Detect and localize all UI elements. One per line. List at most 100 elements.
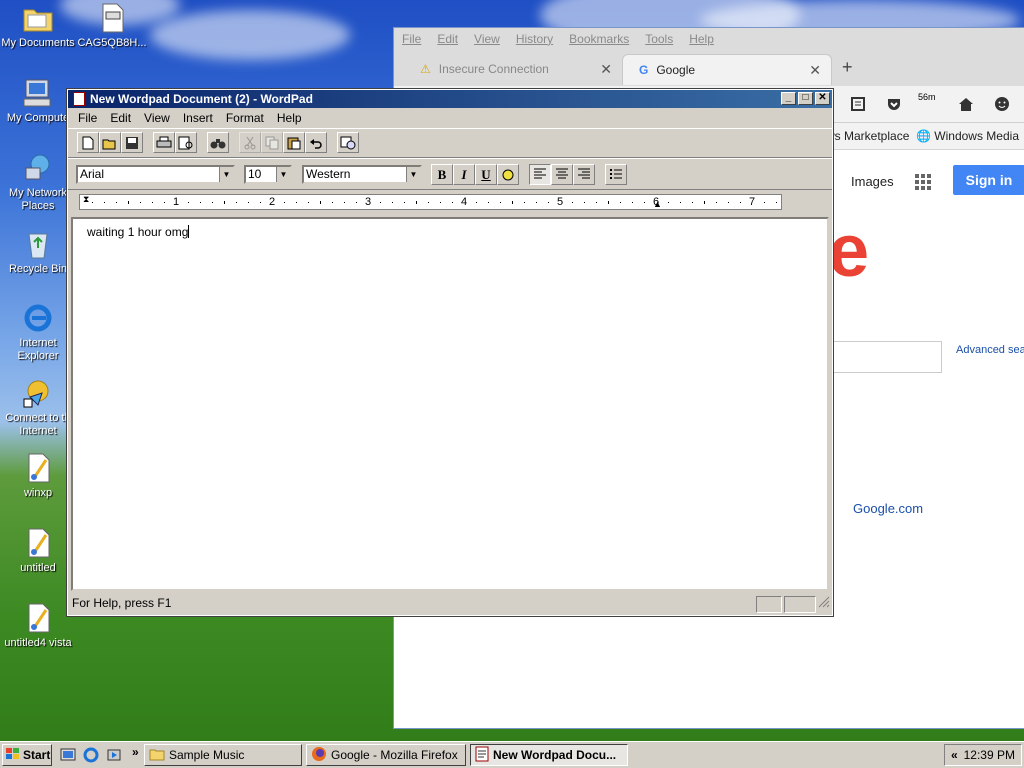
chevron-down-icon[interactable]: ▼: [276, 167, 290, 182]
smiley-icon[interactable]: [994, 96, 1010, 112]
maximize-button[interactable]: □: [798, 92, 813, 105]
folder-documents-icon: [22, 2, 54, 34]
wordpad-window[interactable]: New Wordpad Document (2) - WordPad _ □ ✕…: [66, 88, 834, 617]
desktop-icon-my-computer[interactable]: My Compute: [0, 77, 76, 125]
ruler-label: 1: [173, 196, 180, 208]
search-input[interactable]: [832, 341, 942, 373]
tray-expand-button[interactable]: «: [951, 748, 958, 762]
ruler-tick: [416, 201, 417, 204]
advanced-search-link[interactable]: Advanced sea: [956, 344, 1024, 356]
close-tab-icon[interactable]: ✕: [809, 62, 821, 79]
sign-in-button[interactable]: Sign in: [953, 165, 1024, 195]
pocket-icon[interactable]: [886, 96, 902, 112]
paste-icon[interactable]: [283, 132, 305, 153]
ruler-tick: [404, 202, 405, 203]
print-preview-icon[interactable]: [175, 132, 197, 153]
close-tab-icon[interactable]: ✕: [600, 61, 612, 78]
bookmark-marketplace[interactable]: ws Marketplace: [826, 129, 909, 143]
task-label: Google - Mozilla Firefox: [331, 748, 458, 762]
copy-icon[interactable]: [261, 132, 283, 153]
timer-icon[interactable]: 56m: [918, 92, 942, 108]
ff-menu-history[interactable]: History: [516, 32, 553, 46]
menu-help[interactable]: Help: [277, 111, 302, 125]
task-firefox[interactable]: Google - Mozilla Firefox: [306, 744, 466, 766]
desktop-icon-untitled4-vista[interactable]: untitled4 vista: [0, 602, 76, 650]
document-area[interactable]: waiting 1 hour omg: [71, 217, 829, 591]
save-icon[interactable]: [121, 132, 143, 153]
insert-datetime-icon[interactable]: [337, 132, 359, 153]
desktop-icon-recycle-bin[interactable]: Recycle Bin: [0, 228, 76, 276]
font-size-select[interactable]: 10 ▼: [244, 165, 292, 184]
quicklaunch-more[interactable]: »: [132, 745, 139, 759]
find-icon[interactable]: [207, 132, 229, 153]
menu-view[interactable]: View: [144, 111, 170, 125]
tab-insecure-connection[interactable]: ⚠ Insecure Connection ✕: [404, 54, 622, 84]
ff-menu-view[interactable]: View: [474, 32, 500, 46]
desktop-icon-my-network[interactable]: My Network Places: [0, 152, 76, 213]
align-right-icon[interactable]: [573, 164, 595, 185]
font-name-select[interactable]: Arial ▼: [76, 165, 235, 184]
ruler-tick: [320, 201, 321, 204]
images-link[interactable]: Images: [851, 174, 894, 189]
ruler[interactable]: ⧗ ▲ 1 2 3 4 5 6 7: [79, 194, 782, 210]
menu-insert[interactable]: Insert: [183, 111, 213, 125]
desktop-icon-winxp[interactable]: winxp: [0, 452, 76, 500]
align-center-icon[interactable]: [551, 164, 573, 185]
menu-edit[interactable]: Edit: [110, 111, 131, 125]
firefox-menubar: File Edit View History Bookmarks Tools H…: [394, 28, 1024, 50]
desktop-icon-untitled[interactable]: untitled: [0, 527, 76, 575]
document-text-line[interactable]: waiting 1 hour omg: [87, 225, 190, 239]
italic-button[interactable]: I: [453, 164, 475, 185]
quicklaunch-desktop-icon[interactable]: [60, 747, 76, 766]
close-button[interactable]: ✕: [815, 92, 830, 105]
new-document-icon[interactable]: [77, 132, 99, 153]
windows-logo-icon: [6, 747, 20, 763]
bookmark-windows-media[interactable]: 🌐 Windows Media: [916, 129, 1019, 143]
left-indent-marker[interactable]: ⧗: [83, 194, 89, 205]
ff-menu-file[interactable]: File: [402, 32, 421, 46]
quicklaunch-media-icon[interactable]: [106, 747, 122, 766]
ff-menu-edit[interactable]: Edit: [437, 32, 458, 46]
open-icon[interactable]: [99, 132, 121, 153]
script-select[interactable]: Western ▼: [302, 165, 422, 184]
tab-google[interactable]: G Google ✕: [622, 54, 832, 85]
bookmark-label: Windows Media: [934, 129, 1019, 143]
clock[interactable]: 12:39 PM: [964, 748, 1015, 762]
desktop-icon-label: Internet: [19, 337, 57, 349]
cut-icon[interactable]: [239, 132, 261, 153]
start-button[interactable]: Start: [2, 744, 52, 766]
ie-icon: [22, 302, 54, 334]
chevron-down-icon[interactable]: ▼: [219, 167, 233, 182]
reader-icon[interactable]: [850, 96, 866, 112]
align-left-icon[interactable]: [529, 164, 551, 185]
task-label: Sample Music: [169, 748, 245, 762]
task-sample-music[interactable]: Sample Music: [144, 744, 302, 766]
home-icon[interactable]: [958, 96, 974, 112]
undo-icon[interactable]: [305, 132, 327, 153]
quicklaunch-ie-icon[interactable]: [83, 747, 99, 766]
task-wordpad[interactable]: New Wordpad Docu...: [470, 744, 628, 766]
ff-menu-tools[interactable]: Tools: [645, 32, 673, 46]
menu-file[interactable]: File: [78, 111, 97, 125]
ff-menu-bookmarks[interactable]: Bookmarks: [569, 32, 629, 46]
color-icon[interactable]: [497, 164, 519, 185]
chevron-down-icon[interactable]: ▼: [406, 167, 420, 182]
google-com-link[interactable]: Google.com: [853, 501, 923, 516]
bullets-icon[interactable]: [605, 164, 627, 185]
desktop-icon-connect[interactable]: Connect to th Internet: [0, 377, 76, 438]
desktop-icon-my-documents[interactable]: My Documents: [0, 2, 76, 50]
resize-grip-icon[interactable]: [818, 594, 830, 614]
new-tab-button[interactable]: +: [842, 57, 853, 78]
ff-menu-help[interactable]: Help: [689, 32, 714, 46]
menu-format[interactable]: Format: [226, 111, 264, 125]
apps-grid-icon[interactable]: [914, 173, 932, 194]
wordpad-titlebar[interactable]: New Wordpad Document (2) - WordPad _ □ ✕: [68, 90, 832, 108]
desktop-icon-cag-file[interactable]: CAG5QB8H...: [74, 2, 150, 50]
ruler-tick: [620, 202, 621, 203]
desktop-icon-internet-explorer[interactable]: Internet Explorer: [0, 302, 76, 363]
wordpad-app-icon[interactable]: [73, 92, 85, 106]
underline-button[interactable]: U: [475, 164, 497, 185]
minimize-button[interactable]: _: [781, 92, 796, 105]
print-icon[interactable]: [153, 132, 175, 153]
bold-button[interactable]: B: [431, 164, 453, 185]
